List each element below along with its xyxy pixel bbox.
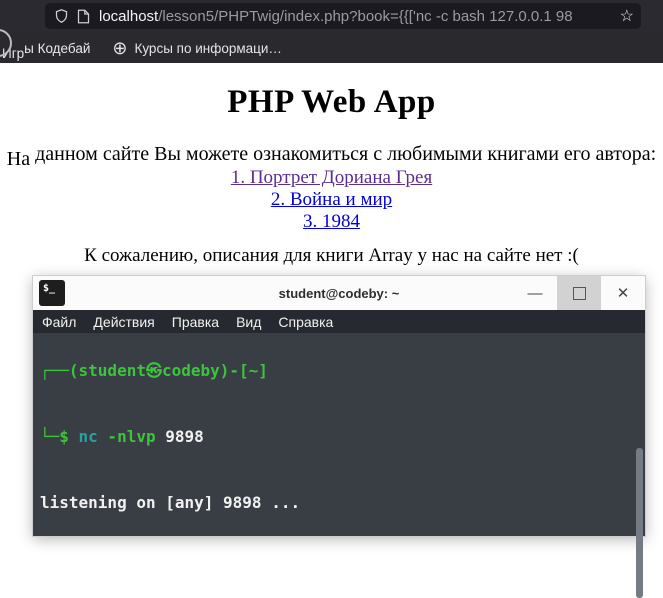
maximize-button[interactable] xyxy=(557,276,601,310)
prompt-flags: -nlvp xyxy=(97,427,166,446)
url-path: /lesson5/PHPTwig/index.php?book={{['nc -… xyxy=(158,7,573,25)
not-found-text: К сожалению, описания для книги Array у … xyxy=(84,245,579,266)
menu-file[interactable]: Файл xyxy=(42,314,76,330)
minimize-button[interactable]: — xyxy=(513,276,557,310)
bookmark-item-courses[interactable]: ⊕ Курсы по информаци… xyxy=(90,39,282,57)
maximize-icon xyxy=(572,286,586,300)
close-icon: ✕ xyxy=(616,285,630,302)
intro-text: На данном сайте Вы можете ознакомиться с… xyxy=(0,142,663,170)
book-link-2[interactable]: 2. Война и мир xyxy=(0,189,663,211)
terminal-titlebar[interactable]: $_ student@codeby: ~ — ✕ xyxy=(33,276,645,310)
menu-help[interactable]: Справка xyxy=(278,314,333,330)
book-links: 1. Портрет Дориана Грея 2. Война и мир 3… xyxy=(0,167,663,233)
page-info-icon[interactable] xyxy=(77,9,90,24)
url-text[interactable]: localhost/lesson5/PHPTwig/index.php?book… xyxy=(99,8,641,25)
prompt-command: nc xyxy=(78,427,98,446)
bookmark-label-part: ы Кодебай xyxy=(24,40,91,56)
bookmarks-bar: Игр ы Кодебай ⊕ Курсы по информаци… xyxy=(0,33,663,63)
minimize-icon: — xyxy=(527,284,543,302)
terminal-line-clipped: ┌──(student㉿codeby)-[~] xyxy=(40,361,268,380)
terminal-menubar: Файл Действия Правка Вид Справка xyxy=(33,310,645,333)
terminal-prompt-line: └─$ nc -nlvp 9898 xyxy=(40,426,645,448)
menu-edit[interactable]: Правка xyxy=(172,314,219,330)
terminal-line: listening on [any] 9898 ... xyxy=(40,493,301,512)
terminal-app-icon: $_ xyxy=(39,280,65,306)
prompt-symbol: └─$ xyxy=(40,427,79,446)
bookmark-star-icon[interactable]: ☆ xyxy=(620,3,634,29)
terminal-scrollbar[interactable] xyxy=(636,448,643,598)
book-link-3[interactable]: 3. 1984 xyxy=(0,211,663,233)
window-controls: — ✕ xyxy=(513,276,645,310)
intro-text-part: данном сайте Вы можете ознакомиться с лю… xyxy=(30,143,657,165)
prompt-arg: 9898 xyxy=(165,427,204,446)
terminal-window: $_ student@codeby: ~ — ✕ Файл Действия П… xyxy=(33,276,645,598)
browser-toolbar: localhost/lesson5/PHPTwig/index.php?book… xyxy=(0,0,663,33)
url-host: localhost xyxy=(99,7,159,25)
terminal-output[interactable]: ┌──(student㉿codeby)-[~] └─$ nc -nlvp 989… xyxy=(33,333,645,536)
bookmark-label: Курсы по информаци… xyxy=(134,40,282,56)
intro-text-part: На xyxy=(6,148,31,170)
book-link-1[interactable]: 1. Портрет Дориана Грея xyxy=(0,167,663,189)
address-bar[interactable]: localhost/lesson5/PHPTwig/index.php?book… xyxy=(45,3,641,29)
page-title: PHP Web App xyxy=(227,84,436,120)
close-button[interactable]: ✕ xyxy=(601,276,645,310)
menu-actions[interactable]: Действия xyxy=(93,314,154,330)
shield-icon[interactable] xyxy=(54,8,69,24)
menu-view[interactable]: Вид xyxy=(236,314,261,330)
globe-icon: ⊕ xyxy=(112,38,128,58)
bookmark-item-games[interactable]: Игр ы Кодебай xyxy=(2,40,91,61)
